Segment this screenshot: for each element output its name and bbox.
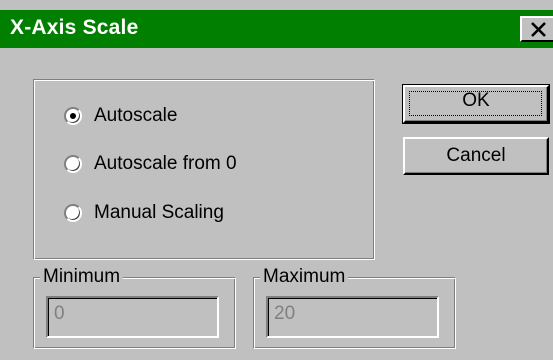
title-bar[interactable]: X-Axis Scale (0, 10, 553, 48)
radio-selected-dot-icon (70, 113, 76, 119)
scale-mode-group: Autoscale Autoscale from 0 Manual Scalin… (33, 79, 375, 260)
minimum-label: Minimum (40, 266, 124, 288)
cancel-button[interactable]: Cancel (403, 137, 549, 175)
close-button[interactable] (520, 16, 553, 42)
radio-autoscale-from-0-label: Autoscale from 0 (94, 153, 237, 174)
minimum-group: Minimum 0 (33, 266, 236, 349)
radio-autoscale[interactable]: Autoscale (64, 103, 177, 129)
radio-button-icon[interactable] (64, 204, 82, 222)
maximum-field[interactable]: 20 (266, 296, 439, 338)
x-axis-scale-dialog: X-Axis Scale Autoscale Autoscale from 0 … (0, 0, 553, 360)
close-x-icon (531, 22, 546, 37)
maximum-group: Maximum 20 (253, 266, 456, 349)
cancel-button-label: Cancel (446, 145, 506, 166)
radio-manual-scaling-label: Manual Scaling (94, 202, 224, 223)
maximum-label: Maximum (260, 266, 349, 288)
ok-button[interactable]: OK (402, 84, 550, 124)
radio-autoscale-from-0[interactable]: Autoscale from 0 (64, 151, 237, 177)
window-title: X-Axis Scale (10, 16, 139, 39)
radio-button-icon[interactable] (64, 155, 82, 173)
radio-autoscale-label: Autoscale (94, 105, 178, 126)
radio-button-icon[interactable] (64, 107, 82, 125)
minimum-field[interactable]: 0 (46, 296, 219, 338)
radio-manual-scaling[interactable]: Manual Scaling (64, 200, 224, 226)
ok-button-label: OK (462, 90, 490, 111)
